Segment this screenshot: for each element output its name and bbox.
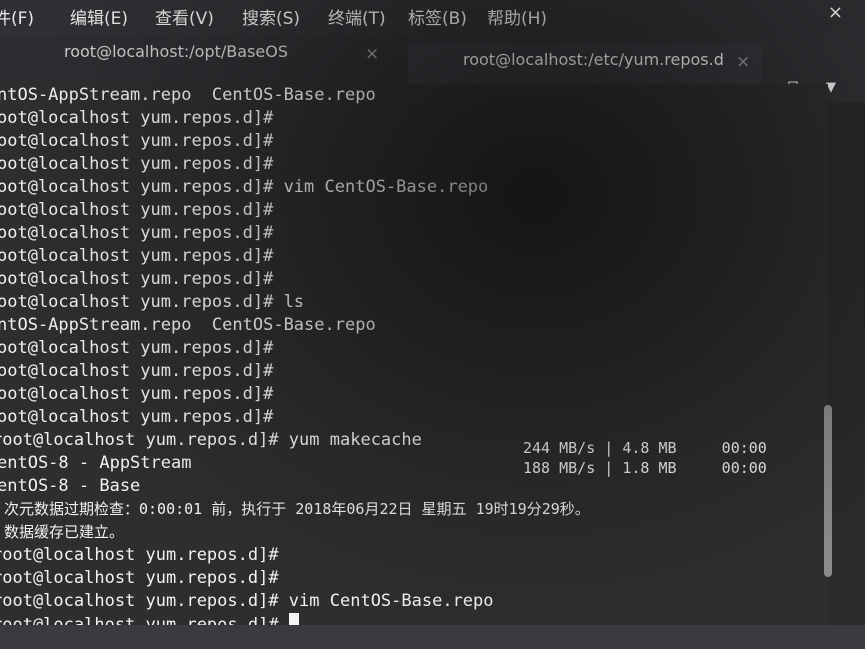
terminal-line: ntOS-AppStream.repo CentOS-Base.repo	[0, 85, 376, 105]
menu-terminal[interactable]: 终端(T)	[328, 4, 386, 29]
menu-bar: 件(F) 编辑(E) 查看(V) 搜索(S) 终端(T) 标签(B) 帮助(H)…	[0, 0, 865, 36]
terminal-line: oot@localhost yum.repos.d]#	[0, 269, 274, 289]
menu-help[interactable]: 帮助(H)	[487, 4, 547, 29]
scrollbar[interactable]	[824, 405, 832, 577]
terminal-line: oot@localhost yum.repos.d]#	[0, 361, 274, 381]
tab-title: root@localhost:/opt/BaseOS	[64, 42, 288, 61]
terminal-line: oot@localhost yum.repos.d]#	[0, 246, 274, 266]
terminal-line: oot@localhost yum.repos.d]#	[0, 200, 274, 220]
terminal-line: root@localhost yum.repos.d]# vim CentOS-…	[0, 591, 494, 611]
terminal-line: 次元数据过期检查：0:00:01 前，执行于 2018年06月22日 星期五 1…	[4, 500, 590, 518]
terminal-line: oot@localhost yum.repos.d]# vim CentOS-B…	[0, 177, 489, 197]
tab-close-icon[interactable]: ×	[365, 44, 379, 64]
download-speed: 188 MB/s | 1.8 MB 00:00	[523, 459, 767, 477]
menu-edit[interactable]: 编辑(E)	[70, 4, 128, 29]
tab-opt-baseos[interactable]: root@localhost:/opt/BaseOS ×	[0, 36, 408, 88]
terminal-line: oot@localhost yum.repos.d]#	[0, 338, 274, 358]
terminal-line: oot@localhost yum.repos.d]#	[0, 131, 274, 151]
terminal-line: oot@localhost yum.repos.d]# ls	[0, 292, 305, 312]
terminal-bottom-edge	[0, 625, 865, 649]
tab-title: root@localhost:/etc/yum.repos.d	[463, 50, 724, 69]
terminal-output[interactable]: ntOS-AppStream.repo CentOS-Base.repo oot…	[0, 84, 832, 649]
menu-file[interactable]: 件(F)	[0, 4, 34, 29]
menu-view[interactable]: 查看(V)	[155, 4, 214, 29]
terminal-line: root@localhost yum.repos.d]#	[0, 545, 279, 565]
terminal-line: entOS-8 - Base	[0, 476, 141, 496]
terminal-line: root@localhost yum.repos.d]# yum makecac…	[0, 430, 422, 450]
terminal-line: root@localhost yum.repos.d]#	[0, 568, 279, 588]
terminal-line: oot@localhost yum.repos.d]#	[0, 223, 274, 243]
terminal-line: oot@localhost yum.repos.d]#	[0, 108, 274, 128]
terminal-line: ntOS-AppStream.repo CentOS-Base.repo	[0, 315, 376, 335]
terminal-line: 数据缓存已建立。	[4, 523, 125, 541]
terminal-line: oot@localhost yum.repos.d]#	[0, 384, 274, 404]
terminal-window: 件(F) 编辑(E) 查看(V) 搜索(S) 终端(T) 标签(B) 帮助(H)…	[0, 0, 865, 649]
terminal-line: entOS-8 - AppStream	[0, 453, 192, 473]
terminal-line: oot@localhost yum.repos.d]#	[0, 154, 274, 174]
tab-close-icon[interactable]: ×	[736, 52, 750, 72]
menu-search[interactable]: 搜索(S)	[242, 4, 300, 29]
window-close-button[interactable]: ×	[828, 2, 843, 23]
menu-tabs[interactable]: 标签(B)	[408, 4, 467, 29]
terminal-line: oot@localhost yum.repos.d]#	[0, 407, 274, 427]
